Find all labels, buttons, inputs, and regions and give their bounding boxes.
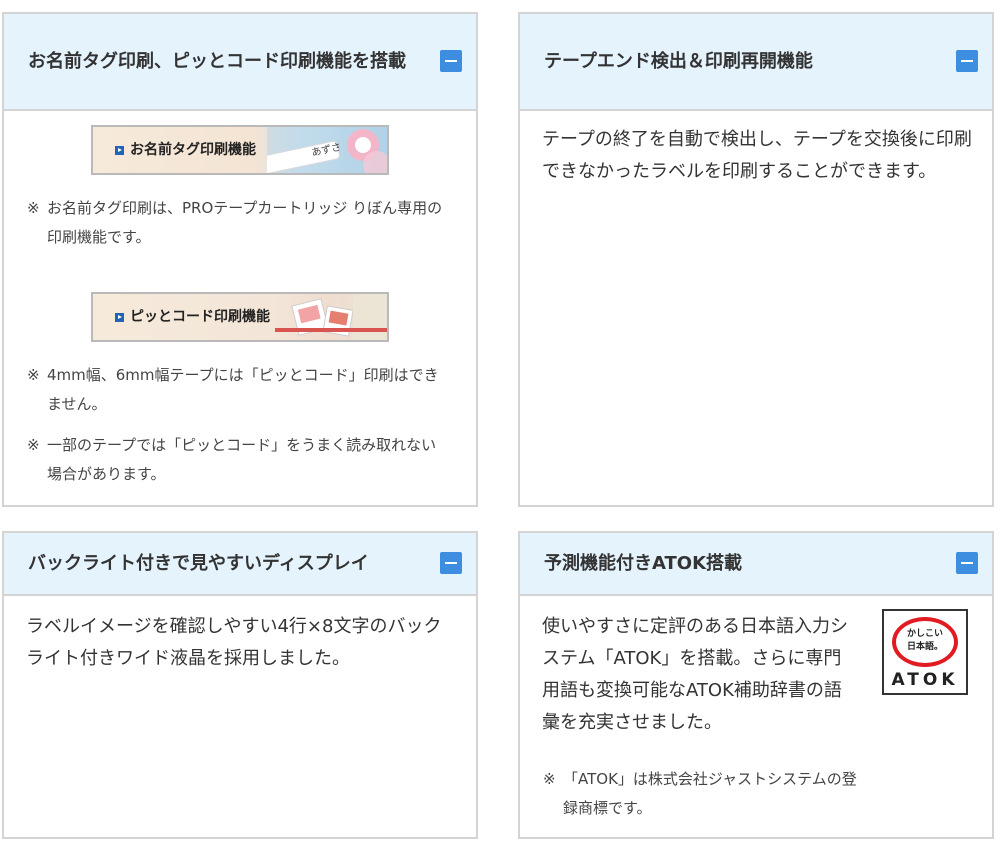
banner-label: お名前タグ印刷機能 (130, 142, 256, 158)
pitto-code-printing-banner[interactable]: ピッとコード印刷機能 (91, 292, 389, 342)
note-name-tag: ※ お名前タグ印刷は、PROテープカートリッジ りぼん専用の印刷機能です。 (27, 194, 447, 252)
card-description: テープの終了を自動で検出し、テープを交換後に印刷できなかったラベルを印刷すること… (542, 129, 972, 182)
card-title: バックライト付きで見やすいディスプレイ (28, 552, 369, 574)
note-text: お名前タグ印刷は、PROテープカートリッジ りぼん専用の印刷機能です。 (47, 199, 443, 246)
note-tape-width: ※ 4mm幅、6mm幅テープには「ピッとコード」印刷はできません。 (27, 361, 447, 419)
card-tape-end-detection: テープエンド検出＆印刷再開機能 テープの終了を自動で検出し、テープを交換後に印刷… (518, 12, 994, 507)
note-mark: ※ (27, 199, 40, 217)
collapse-button[interactable] (956, 50, 978, 72)
note-mark: ※ (27, 436, 40, 454)
note-readability: ※ 一部のテープでは「ピッとコード」をうまく読み取れない場合があります。 (27, 431, 447, 489)
play-arrow-icon (115, 146, 124, 155)
card-name-tag-printing: お名前タグ印刷、ピッとコード印刷機能を搭載 お名前タグ印刷機能 あずさ ※ お名… (2, 12, 478, 507)
card-header: テープエンド検出＆印刷再開機能 (520, 14, 992, 111)
card-header: バックライト付きで見やすいディスプレイ (4, 533, 476, 596)
note-atok-trademark: ※ 「ATOK」は株式会社ジャストシステムの登録商標です。 (543, 765, 863, 823)
note-mark: ※ (543, 770, 556, 788)
card-header: お名前タグ印刷、ピッとコード印刷機能を搭載 (4, 14, 476, 111)
collapse-button[interactable] (956, 552, 978, 574)
card-title: 予測機能付きATOK搭載 (544, 552, 743, 574)
collapse-button[interactable] (440, 50, 462, 72)
atok-logo-line2: 日本語。 (906, 642, 943, 652)
collapse-button[interactable] (440, 552, 462, 574)
pitto-code-image (275, 294, 387, 340)
atok-logo-word: ATOK (891, 670, 959, 690)
banner-label: ピッとコード印刷機能 (130, 309, 270, 325)
play-arrow-icon (115, 313, 124, 322)
atok-logo: かしこい 日本語。 ATOK (882, 609, 968, 695)
card-description: 使いやすさに定評のある日本語入力システム「ATOK」を搭載。さらに専門用語も変換… (542, 616, 848, 733)
card-description: ラベルイメージを確認しやすい4行×8文字のバックライト付きワイド液晶を採用しまし… (26, 616, 442, 669)
note-text: 一部のテープでは「ピッとコード」をうまく読み取れない場合があります。 (47, 436, 437, 483)
card-backlight-display: バックライト付きで見やすいディスプレイ ラベルイメージを確認しやすい4行×8文字… (2, 531, 478, 839)
name-tag-printing-banner[interactable]: お名前タグ印刷機能 あずさ (91, 125, 389, 175)
note-text: 「ATOK」は株式会社ジャストシステムの登録商標です。 (563, 770, 857, 817)
note-mark: ※ (27, 366, 40, 384)
card-title: お名前タグ印刷、ピッとコード印刷機能を搭載 (28, 50, 406, 72)
card-header: 予測機能付きATOK搭載 (520, 533, 992, 596)
atok-logo-oval: かしこい 日本語。 (892, 617, 958, 667)
card-title: テープエンド検出＆印刷再開機能 (544, 50, 813, 72)
atok-logo-line1: かしこい (906, 629, 943, 639)
card-atok: 予測機能付きATOK搭載 使いやすさに定評のある日本語入力システム「ATOK」を… (518, 531, 994, 839)
note-text: 4mm幅、6mm幅テープには「ピッとコード」印刷はできません。 (47, 366, 439, 413)
